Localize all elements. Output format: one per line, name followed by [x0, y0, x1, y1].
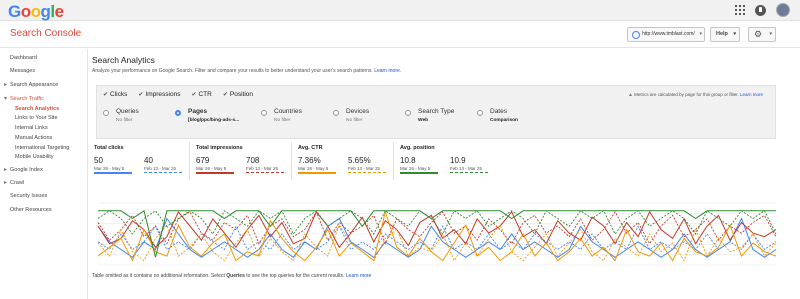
- help-button[interactable]: Help: [710, 27, 740, 42]
- metric-cards: Total clicks 50 Mar 26 - May 5 40 Feb 13 -…: [92, 142, 492, 180]
- checkmark-icon: ✔: [138, 92, 144, 98]
- radio-countries[interactable]: [261, 110, 267, 116]
- impressions-checkbox[interactable]: ✔ Impressions: [138, 91, 180, 98]
- card-avg-position[interactable]: Avg. position 10.8 Mar 26 - May 5 10.9 Feb…: [394, 142, 492, 180]
- ctr-checkbox[interactable]: ✔ CTR: [191, 91, 211, 98]
- settings-button[interactable]: ⚙: [748, 27, 776, 42]
- checkmark-icon: ✔: [191, 92, 197, 98]
- sidebar-item-dashboard[interactable]: Dashboard: [10, 55, 37, 61]
- logo-letter: e: [54, 2, 64, 21]
- radio-dates[interactable]: [477, 110, 483, 116]
- checkmark-icon: ✔: [222, 92, 228, 98]
- sidebar-item-other-resources[interactable]: Other Resources: [10, 207, 52, 213]
- metrics-learn-more-link[interactable]: Learn more: [740, 92, 763, 97]
- search-analytics-chart[interactable]: [92, 199, 782, 269]
- sidebar-item-manual-actions[interactable]: Manual Actions: [15, 135, 52, 141]
- radio-queries[interactable]: [103, 110, 109, 116]
- sidebar-item-internal-links[interactable]: Internal Links: [15, 125, 48, 131]
- ctr-current: 7.36% Mar 26 - May 5: [298, 156, 336, 174]
- sidebar-item-search-analytics[interactable]: Search Analytics: [15, 106, 59, 112]
- position-checkbox[interactable]: ✔ Position: [223, 91, 253, 98]
- sidebar-item-security-issues[interactable]: Security Issues: [10, 193, 47, 199]
- radio-pages[interactable]: [175, 110, 181, 116]
- dimension-dates[interactable]: Dates Comparison: [477, 108, 549, 123]
- sidebar-item-search-traffic[interactable]: Search Traffic: [4, 95, 44, 102]
- footnote-learn-more-link[interactable]: Learn more: [346, 273, 372, 279]
- clicks-previous: 40 Feb 13 - Mar 25: [144, 156, 182, 174]
- product-bar: Search Console http://www.tmblast.com/ H…: [0, 21, 800, 48]
- countries-filter-dropdown[interactable]: No filter: [274, 118, 333, 123]
- sidebar-item-mobile-usability[interactable]: Mobile Usability: [15, 154, 54, 160]
- filter-panel: ✔ Clicks ✔ Impressions ✔ CTR ✔ Position ▲ Me…: [96, 85, 776, 139]
- dimension-pages[interactable]: Pages [blog/ppc/bing-ads-s...: [175, 108, 261, 123]
- devices-filter-dropdown[interactable]: No filter: [346, 118, 405, 123]
- sidebar-item-google-index[interactable]: Google Index: [4, 166, 43, 173]
- position-previous: 10.9 Feb 13 - Mar 25: [450, 156, 488, 174]
- ctr-previous: 5.65% Feb 13 - Mar 25: [348, 156, 386, 174]
- search-type-dropdown[interactable]: Web: [418, 118, 477, 123]
- logo-letter: o: [20, 2, 31, 21]
- sidebar-item-links-to-your-site[interactable]: Links to Your Site: [15, 115, 58, 121]
- checkmark-icon: ✔: [103, 92, 109, 98]
- page-description: Analyze your performance on Google Searc…: [92, 68, 402, 74]
- avatar[interactable]: [776, 3, 790, 17]
- card-total-clicks[interactable]: Total clicks 50 Mar 26 - May 5 40 Feb 13 -…: [92, 142, 190, 180]
- logo-letter: g: [40, 2, 51, 21]
- learn-more-link[interactable]: Learn more.: [374, 68, 401, 74]
- sidebar: Dashboard Messages Search Appearance Sea…: [0, 49, 88, 299]
- card-avg-ctr[interactable]: Avg. CTR 7.36% Mar 26 - May 5 5.65% Feb 13…: [292, 142, 394, 180]
- dimension-devices[interactable]: Devices No filter: [333, 108, 405, 123]
- queries-filter-dropdown[interactable]: No filter: [116, 118, 175, 123]
- product-title[interactable]: Search Console: [10, 28, 81, 39]
- top-bar: Google: [0, 0, 800, 21]
- logo-letter: o: [30, 2, 41, 21]
- clicks-current: 50 Mar 26 - May 5: [94, 156, 132, 174]
- site-selector[interactable]: http://www.tmblast.com/: [627, 27, 705, 42]
- main-content: Search Analytics Analyze your performanc…: [92, 49, 800, 299]
- google-logo[interactable]: Google: [8, 2, 64, 22]
- dimension-countries[interactable]: Countries No filter: [261, 108, 333, 123]
- dimension-search-type[interactable]: Search Type Web: [405, 108, 477, 123]
- clicks-checkbox[interactable]: ✔ Clicks: [103, 91, 127, 98]
- sidebar-item-messages[interactable]: Messages: [10, 68, 35, 74]
- pages-filter-dropdown[interactable]: [blog/ppc/bing-ads-s...: [188, 118, 261, 123]
- gear-icon: ⚙: [754, 29, 763, 39]
- logo-letter: G: [8, 2, 21, 21]
- sidebar-item-international-targeting[interactable]: International Targeting: [15, 145, 69, 151]
- impressions-previous: 708 Feb 13 - Mar 25: [246, 156, 284, 174]
- card-total-impressions[interactable]: Total impressions 679 Mar 26 - May 5 708 F…: [190, 142, 292, 180]
- radio-search-type[interactable]: [405, 110, 411, 116]
- notifications-icon[interactable]: [755, 4, 766, 16]
- dates-dropdown[interactable]: Comparison: [490, 118, 549, 123]
- warning-icon: ▲: [627, 92, 633, 98]
- sidebar-item-crawl[interactable]: Crawl: [4, 179, 24, 186]
- radio-devices[interactable]: [333, 110, 339, 116]
- dimension-queries[interactable]: Queries No filter: [103, 108, 175, 123]
- queries-link[interactable]: Queries: [226, 273, 245, 279]
- table-omitted-note: Table omitted as it contains no addition…: [92, 273, 372, 279]
- page-title: Search Analytics: [92, 55, 155, 65]
- position-current: 10.8 Mar 26 - May 5: [400, 156, 438, 174]
- sidebar-item-search-appearance[interactable]: Search Appearance: [4, 81, 58, 88]
- impressions-current: 679 Mar 26 - May 5: [196, 156, 234, 174]
- metrics-note: ▲ Metrics are calculated by page for thi…: [627, 92, 763, 98]
- apps-grid-icon[interactable]: [735, 5, 745, 15]
